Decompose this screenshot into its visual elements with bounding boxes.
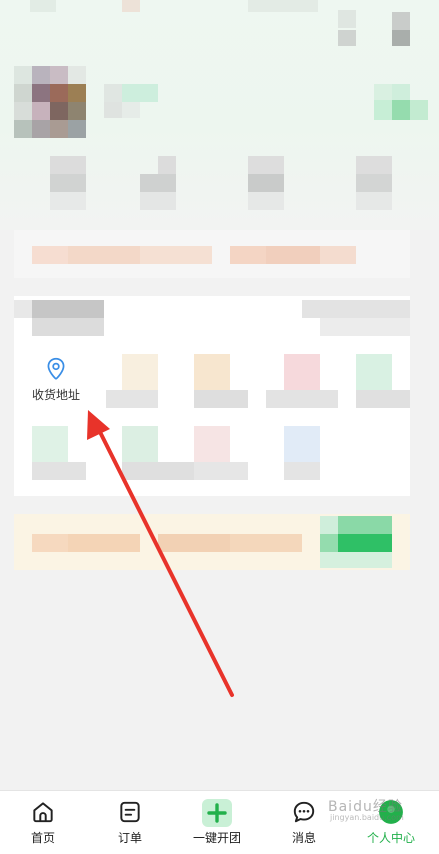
section-more-blur [302, 300, 410, 318]
tab-home-label: 首页 [30, 831, 55, 845]
home-icon [30, 799, 56, 829]
tab-home[interactable]: 首页 [0, 791, 86, 854]
pixel-block [122, 0, 140, 12]
address-shortcut-label: 收货地址 [31, 388, 80, 402]
order-icon [117, 799, 143, 829]
pixel-block [392, 12, 410, 30]
service-item-blur[interactable] [284, 462, 320, 480]
pixel-block [338, 30, 356, 46]
tab-profile-label: 个人中心 [366, 831, 415, 845]
service-item-blur[interactable] [122, 462, 194, 480]
stat-blur [356, 156, 392, 174]
chat-icon [291, 799, 317, 829]
stat-blur [356, 174, 392, 192]
tab-start-group-label: 一键开团 [192, 831, 241, 845]
service-item-blur[interactable] [32, 462, 86, 480]
stat-blur [50, 156, 86, 174]
pixel-block [410, 100, 428, 120]
pixel-block [374, 84, 392, 100]
service-item-blur[interactable] [356, 390, 410, 408]
pixel-block [122, 84, 158, 102]
service-item-blur[interactable] [106, 390, 158, 408]
watermark-url: jingyan.baidu.com [330, 813, 404, 822]
service-item-blur[interactable] [284, 354, 320, 390]
section-more-blur [320, 318, 410, 336]
section-title-blur [32, 318, 104, 336]
service-item-blur[interactable] [122, 354, 158, 390]
stat-blur [50, 174, 86, 192]
service-item-blur[interactable] [194, 426, 230, 462]
section-title-blur [32, 300, 104, 318]
stat-blur [248, 156, 284, 174]
pixel-block [338, 10, 356, 28]
tab-messages-label: 消息 [291, 831, 316, 845]
service-item-blur[interactable] [194, 462, 248, 480]
avatar[interactable] [14, 66, 86, 138]
pixel-block [30, 0, 56, 12]
promo-banner[interactable] [14, 230, 410, 278]
stat-blur [140, 192, 176, 210]
pixel-block [104, 84, 122, 102]
service-item-blur[interactable] [284, 426, 320, 462]
pixel-block [392, 100, 410, 120]
pixel-block [248, 0, 318, 12]
service-item-blur[interactable] [266, 390, 338, 408]
profile-header [0, 0, 439, 230]
service-item-blur[interactable] [194, 354, 230, 390]
tab-orders[interactable]: 订单 [87, 791, 173, 854]
stat-blur [248, 174, 284, 192]
pixel-block [392, 84, 410, 100]
pixel-block [374, 100, 392, 120]
address-shortcut[interactable]: 收货地址 [22, 352, 90, 412]
stat-blur [158, 156, 176, 174]
plus-icon [202, 799, 232, 831]
service-item-blur[interactable] [122, 426, 158, 462]
pixel-block [104, 102, 122, 118]
tab-start-group[interactable]: 一键开团 [174, 791, 260, 854]
section-title-blur [14, 300, 32, 318]
tab-orders-label: 订单 [117, 831, 142, 845]
service-item-blur[interactable] [194, 390, 248, 408]
service-item-blur[interactable] [32, 426, 68, 462]
stat-blur [50, 192, 86, 210]
location-pin-icon [22, 356, 90, 382]
stat-blur [356, 192, 392, 210]
pixel-block [392, 30, 410, 46]
bottom-banner[interactable] [14, 514, 410, 570]
stat-blur [248, 192, 284, 210]
service-item-blur[interactable] [356, 354, 392, 390]
pixel-block [122, 102, 140, 118]
stat-blur [140, 174, 176, 192]
